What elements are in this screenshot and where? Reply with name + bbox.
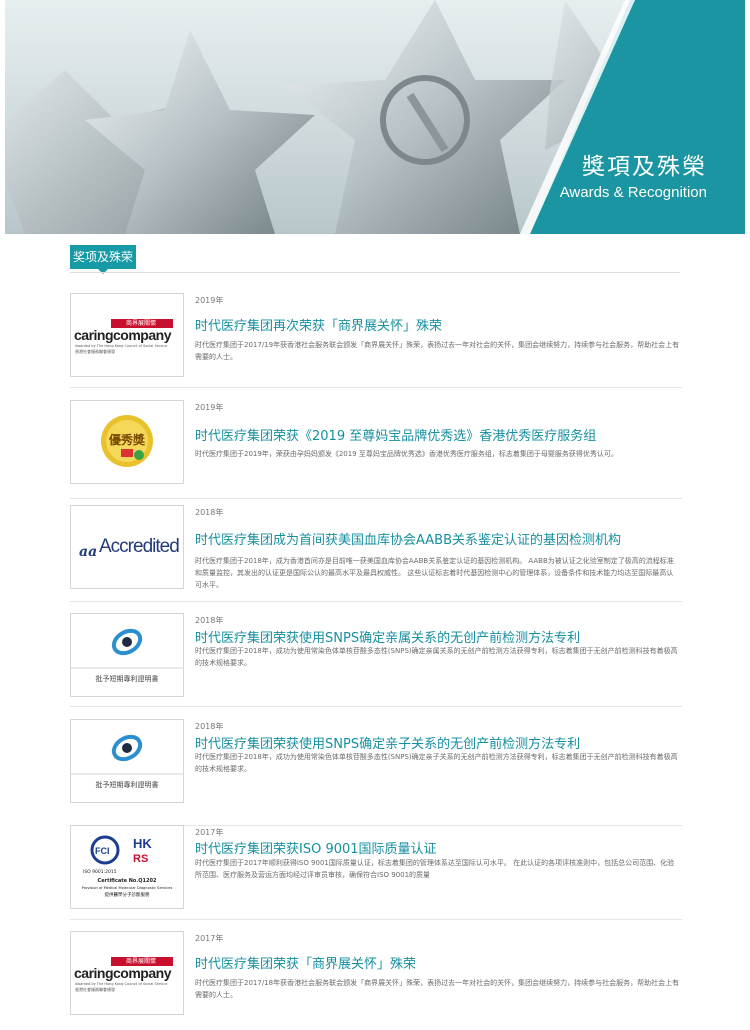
iso-9001-certificate-logo: FCI HK RS ISO 9001:2015 Certificate No.Q… <box>70 825 184 909</box>
hero-banner: 獎項及殊榮 Awards & Recognition <box>5 0 745 234</box>
svg-text:aa: aa <box>79 544 97 560</box>
iso-line-3: Provision of Medical Molecular Diagnosti… <box>81 886 173 890</box>
award-year: 2017年 <box>195 828 224 837</box>
svg-text:HK: HK <box>133 836 152 851</box>
award-item: 商界展關懷 caringcompany Awarded by The Hong … <box>70 931 682 1026</box>
patent-caption: 批予短期專利證明書 <box>95 781 159 789</box>
aabb-accredited-logo: aa Accredited <box>70 505 184 589</box>
item-divider <box>70 498 682 499</box>
award-year: 2017年 <box>195 934 224 943</box>
award-year: 2019年 <box>195 296 224 305</box>
item-divider <box>70 919 682 920</box>
award-item: 商界展關懷 caringcompany Awarded by The Hong … <box>70 293 682 388</box>
award-item: FCI HK RS ISO 9001:2015 Certificate No.Q… <box>70 825 682 920</box>
award-title[interactable]: 时代医疗集团再次荣获「商界展关怀」殊荣 <box>195 315 680 334</box>
svg-text:RS: RS <box>133 853 148 865</box>
caring-sub-zh: 香港社會服務聯會頒發 <box>75 987 115 992</box>
tab-divider <box>70 272 680 273</box>
item-divider <box>70 706 682 707</box>
award-desc: 时代医疗集团于2017年顺利获得ISO 9001国际质量认证，标志着集团的管理体… <box>195 859 675 879</box>
caring-sub: Awarded by The Hong Kong Council of Soci… <box>75 344 168 348</box>
patent-certificate-logo: 批予短期專利證明書 <box>70 719 184 803</box>
banner-title-en: Awards & Recognition <box>559 184 707 201</box>
award-title[interactable]: 时代医疗集团荣获使用SNPS确定亲子关系的无创产前检测方法专利 <box>195 733 680 752</box>
item-divider <box>70 601 682 602</box>
award-year: 2018年 <box>195 722 224 731</box>
iso-line-4: 提供醫學分子診斷服務 <box>104 893 150 898</box>
award-item: 批予短期專利證明書 2018年 时代医疗集团荣获使用SNPS确定亲子关系的无创产… <box>70 719 682 826</box>
award-year: 2018年 <box>195 616 224 625</box>
caring-word: caringcompany <box>74 327 171 343</box>
award-desc: 时代医疗集团于2017/19年获香港社会服务联会颁发「商界展关怀」殊荣，表扬过去… <box>195 341 680 361</box>
award-desc: 时代医疗集团于2017/18年获香港社会服务联会颁发「商界展关怀」殊荣，表扬过去… <box>195 979 680 999</box>
banner-heading: 獎項及殊榮 Awards & Recognition <box>560 152 707 204</box>
award-year: 2018年 <box>195 508 224 517</box>
caring-company-logo: 商界展關懷 caringcompany Awarded by The Hong … <box>70 931 184 1015</box>
svg-text:FCI: FCI <box>95 846 110 856</box>
award-desc: 时代医疗集团于2019年，荣获由孕妈妈颁发《2019 至尊妈宝品牌优秀选》香港优… <box>195 450 618 458</box>
award-item: 優秀獎 2019年 时代医疗集团荣获《2019 至尊妈宝品牌优秀选》香港优秀医疗… <box>70 400 682 499</box>
item-divider <box>70 387 682 388</box>
award-title[interactable]: 时代医疗集团荣获《2019 至尊妈宝品牌优秀选》香港优秀医疗服务组 <box>195 425 680 444</box>
accredited-text: Accredited <box>99 536 180 557</box>
award-title[interactable]: 时代医疗集团荣获ISO 9001国际质量认证 <box>195 838 680 857</box>
banner-title-zh: 獎項及殊榮 <box>582 154 707 180</box>
award-title[interactable]: 时代医疗集团荣获「商界展关怀」殊荣 <box>195 953 680 972</box>
award-title[interactable]: 时代医疗集团成为首间获美国血库协会AABB关系鉴定认证的基因检测机构 <box>195 529 680 548</box>
award-desc: 时代医疗集团于2018年，成功为使用常染色体单核苷酸多态性(SNPS)确定亲子关… <box>195 753 678 773</box>
caring-company-logo: 商界展關懷 caringcompany Awarded by The Hong … <box>70 293 184 377</box>
award-title[interactable]: 时代医疗集团荣获使用SNPS确定亲属关系的无创产前检测方法专利 <box>195 627 680 646</box>
award-item: 批予短期專利證明書 2018年 时代医疗集团荣获使用SNPS确定亲属关系的无创产… <box>70 613 682 707</box>
supreme-brand-award-logo: 優秀獎 <box>70 400 184 484</box>
award-item: aa Accredited 2018年 时代医疗集团成为首间获美国血库协会AAB… <box>70 505 682 602</box>
iso-line-2: Certificate No.Q1202 <box>97 878 157 884</box>
patent-certificate-logo: 批予短期專利證明書 <box>70 613 184 697</box>
award-year: 2019年 <box>195 403 224 412</box>
award-desc: 时代医疗集团于2018年，成为香港首间亦是目前唯一获美国血库协会AABB关系鉴定… <box>195 557 674 589</box>
award-desc: 时代医疗集团于2018年，成功为使用常染色体单核苷酸多态性(SNPS)确定亲属关… <box>195 647 678 667</box>
section-tab[interactable]: 奖项及殊荣 <box>70 245 136 274</box>
caring-sub-zh: 香港社會服務聯會頒發 <box>75 349 115 354</box>
caring-sub: Awarded by The Hong Kong Council of Soci… <box>75 982 168 986</box>
caring-word: caringcompany <box>74 965 171 981</box>
iso-line-1: ISO 9001:2015 <box>83 870 117 875</box>
award-badge-text: 優秀獎 <box>108 433 145 447</box>
patent-caption: 批予短期專利證明書 <box>95 675 159 683</box>
